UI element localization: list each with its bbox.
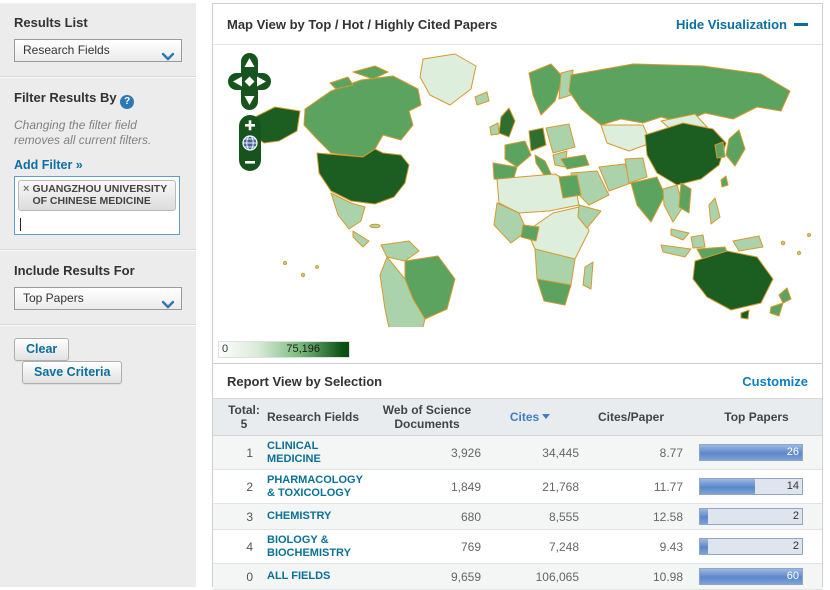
cell-cites-per-paper: 9.43 xyxy=(659,539,683,554)
bar-value: 26 xyxy=(786,446,799,458)
bar-value: 2 xyxy=(792,510,799,522)
actions-section: Clear Save Criteria xyxy=(0,326,196,398)
help-icon[interactable]: ? xyxy=(120,95,135,109)
filter-chip-label: GUANGZHOU UNIVERSITY OF CHINESE MEDICINE xyxy=(32,183,168,207)
cell-rank: 4 xyxy=(246,539,253,554)
table-header-row: Total: 5 Research Fields Web of Science … xyxy=(213,398,822,436)
field-link[interactable]: ALL FIELDS xyxy=(267,570,367,583)
cell-documents: 680 xyxy=(460,509,481,524)
remove-chip-icon[interactable]: × xyxy=(23,183,29,195)
cell-cites-per-paper: 11.77 xyxy=(653,479,683,494)
minus-icon xyxy=(794,23,808,26)
add-filter-link[interactable]: Add Filter » xyxy=(14,158,83,172)
bar-value: 2 xyxy=(792,540,799,552)
zoom-control[interactable] xyxy=(239,115,261,171)
column-header-research-fields: Research Fields xyxy=(267,410,360,424)
clear-button[interactable]: Clear xyxy=(14,338,70,361)
column-header-cites-per-paper: Cites/Paper xyxy=(597,410,665,424)
main-panel: Map View by Top / Hot / Highly Cited Pap… xyxy=(212,3,823,590)
map-view-title: Map View by Top / Hot / Highly Cited Pap… xyxy=(227,17,498,32)
cell-documents: 1,849 xyxy=(450,479,481,494)
field-link[interactable]: PHARMACOLOGY & TOXICOLOGY xyxy=(267,474,367,499)
cell-documents: 9,659 xyxy=(450,569,481,584)
chevron-down-icon xyxy=(161,295,175,309)
chevron-down-icon xyxy=(161,47,175,61)
cell-documents: 769 xyxy=(460,539,481,554)
field-link[interactable]: CHEMISTRY xyxy=(267,510,367,523)
cell-rank: 0 xyxy=(246,569,253,584)
cell-rank: 3 xyxy=(246,509,253,524)
table-row: 3 CHEMISTRY 680 8,555 12.58 2 xyxy=(213,504,822,530)
cell-cites: 106,065 xyxy=(535,569,579,584)
table-row: 1 CLINICAL MEDICINE 3,926 34,445 8.77 26 xyxy=(213,436,822,470)
top-papers-bar: 60 xyxy=(699,568,803,585)
bar-value: 14 xyxy=(786,480,799,492)
sidebar: Results List Research Fields Filter Resu… xyxy=(0,3,196,587)
top-papers-bar: 2 xyxy=(699,538,803,555)
world-map xyxy=(250,53,811,327)
legend-min: 0 xyxy=(222,343,229,355)
include-results-selected-value: Top Papers xyxy=(23,291,84,305)
map-view-header: Map View by Top / Hot / Highly Cited Pap… xyxy=(213,4,822,45)
cell-cites-per-paper: 12.58 xyxy=(652,509,683,524)
cell-rank: 1 xyxy=(246,445,253,460)
results-list-section: Results List Research Fields xyxy=(0,3,196,76)
report-view-title: Report View by Selection xyxy=(227,374,383,389)
top-papers-bar: 2 xyxy=(699,508,803,525)
pan-control[interactable] xyxy=(228,53,271,110)
top-papers-bar: 26 xyxy=(699,444,803,461)
include-results-label: Include Results For xyxy=(14,263,135,278)
column-header-cites[interactable]: Cites xyxy=(481,410,579,424)
legend-max: 75,196 xyxy=(286,343,320,355)
results-list-label: Results List xyxy=(14,15,88,30)
cell-cites-per-paper: 8.77 xyxy=(659,445,683,460)
save-criteria-button[interactable]: Save Criteria xyxy=(22,361,123,384)
hide-visualization-link[interactable]: Hide Visualization xyxy=(676,17,808,32)
include-results-select[interactable]: Top Papers xyxy=(14,287,182,310)
cell-cites: 8,555 xyxy=(548,509,579,524)
zoom-out-icon xyxy=(245,161,255,164)
sort-desc-icon xyxy=(542,414,551,419)
cell-cites: 34,445 xyxy=(542,445,579,460)
field-link[interactable]: BIOLOGY & BIOCHEMISTRY xyxy=(267,534,367,559)
include-results-section: Include Results For Top Papers xyxy=(0,251,196,324)
map-legend: 0 75,196 xyxy=(218,341,350,358)
cell-cites: 7,248 xyxy=(548,539,579,554)
map-visualization: 0 75,196 xyxy=(213,45,822,364)
filter-input[interactable]: × GUANGZHOU UNIVERSITY OF CHINESE MEDICI… xyxy=(14,176,180,235)
column-header-top-papers: Top Papers xyxy=(724,410,789,424)
table-row: 2 PHARMACOLOGY & TOXICOLOGY 1,849 21,768… xyxy=(213,470,822,504)
filter-section: Filter Results By ? Changing the filter … xyxy=(0,78,196,249)
text-caret xyxy=(20,218,21,231)
filter-by-label: Filter Results By ? xyxy=(14,90,182,109)
top-papers-bar: 14 xyxy=(699,478,803,495)
map-controls xyxy=(228,53,271,171)
filter-chip: × GUANGZHOU UNIVERSITY OF CHINESE MEDICI… xyxy=(18,180,176,211)
customize-link[interactable]: Customize xyxy=(742,374,808,389)
field-link[interactable]: CLINICAL MEDICINE xyxy=(267,440,367,465)
bar-value: 60 xyxy=(786,570,799,582)
report-view-header: Report View by Selection Customize xyxy=(213,364,822,398)
cell-cites-per-paper: 10.98 xyxy=(652,569,683,584)
cell-cites: 21,768 xyxy=(542,479,579,494)
table-row: 4 BIOLOGY & BIOCHEMISTRY 769 7,248 9.43 … xyxy=(213,530,822,564)
table-row: 0 ALL FIELDS 9,659 106,065 10.98 60 xyxy=(213,564,822,590)
globe-icon xyxy=(242,135,258,151)
results-list-selected-value: Research Fields xyxy=(23,43,110,57)
filter-note: Changing the filter field removes all cu… xyxy=(14,118,152,147)
column-header-total: Total: 5 xyxy=(228,403,260,431)
results-list-select[interactable]: Research Fields xyxy=(14,39,182,62)
column-header-documents: Web of Science Documents xyxy=(382,403,472,431)
cell-documents: 3,926 xyxy=(450,445,481,460)
cell-rank: 2 xyxy=(246,479,253,494)
